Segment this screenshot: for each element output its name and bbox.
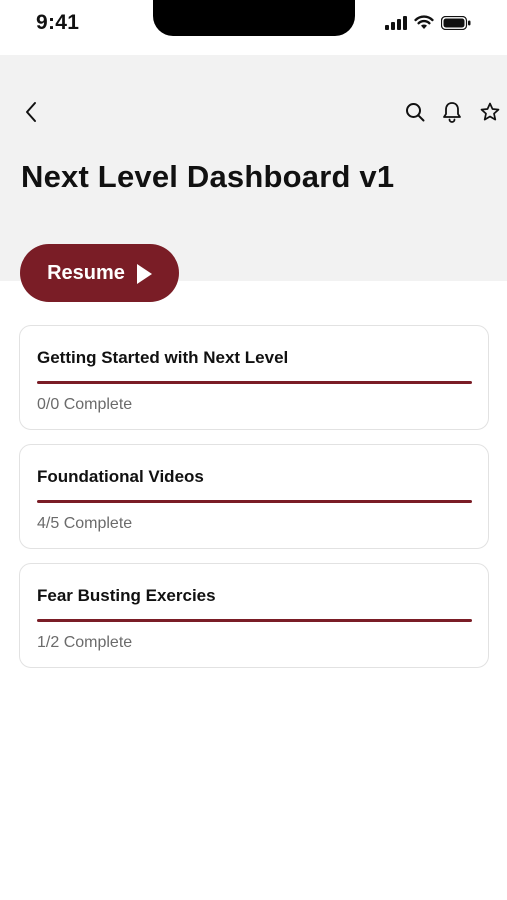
page-title: Next Level Dashboard v1	[21, 159, 395, 194]
battery-icon	[440, 15, 471, 35]
module-progress-bar	[37, 500, 472, 503]
module-status: 1/2 Complete	[37, 634, 133, 651]
module-progress-bar	[37, 619, 472, 622]
resume-label: Resume	[47, 261, 125, 284]
back-button[interactable]	[18, 99, 44, 125]
module-list: Getting Started with Next Level 0/0 Comp…	[19, 325, 489, 682]
favorite-button[interactable]	[477, 99, 503, 125]
module-title: Fear Busting Exercies	[37, 586, 216, 605]
module-status: 4/5 Complete	[37, 515, 133, 532]
back-chevron-icon	[26, 102, 36, 122]
resume-button[interactable]: Resume	[20, 244, 179, 302]
search-icon	[406, 103, 425, 122]
notifications-button[interactable]	[439, 99, 465, 125]
module-status: 0/0 Complete	[37, 396, 133, 413]
status-bar: 9:41	[0, 0, 507, 55]
status-icons	[385, 15, 471, 35]
play-icon	[136, 263, 152, 284]
module-title: Getting Started with Next Level	[37, 348, 289, 367]
wifi-icon	[414, 15, 434, 35]
bell-icon	[443, 102, 461, 123]
star-icon	[480, 102, 500, 121]
search-button[interactable]	[402, 99, 428, 125]
module-progress-fill	[37, 500, 472, 503]
module-progress-fill	[37, 619, 472, 622]
module-card[interactable]: Foundational Videos 4/5 Complete	[19, 444, 489, 549]
module-progress-fill	[37, 381, 472, 384]
module-progress-bar	[37, 381, 472, 384]
module-card[interactable]: Getting Started with Next Level 0/0 Comp…	[19, 325, 489, 430]
status-time: 9:41	[36, 11, 80, 34]
module-title: Foundational Videos	[37, 467, 204, 486]
device-notch	[153, 0, 355, 36]
module-card[interactable]: Fear Busting Exercies 1/2 Complete	[19, 563, 489, 668]
cellular-signal-icon	[385, 15, 407, 35]
